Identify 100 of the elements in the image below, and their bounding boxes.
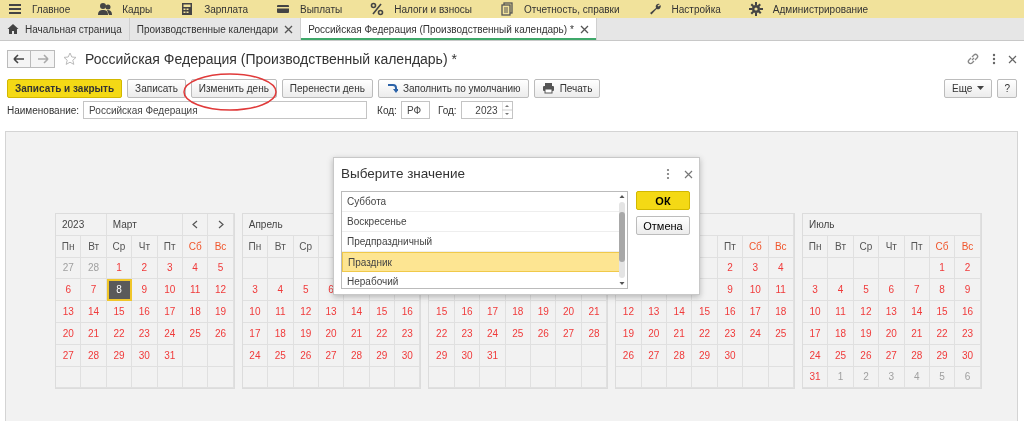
calendar-day[interactable]: 22 (929, 323, 956, 345)
calendar-day[interactable]: 5 (929, 366, 956, 389)
calendar-day[interactable]: 26 (853, 344, 880, 367)
calendar-day[interactable]: 25 (182, 323, 209, 345)
calendar-day[interactable]: 27 (56, 257, 82, 280)
calendar-day[interactable]: 4 (182, 257, 209, 280)
calendar-day[interactable]: 23 (717, 323, 744, 345)
calendar-day[interactable]: 30 (132, 344, 158, 367)
calendar-day[interactable]: 13 (641, 301, 667, 323)
calendar-day[interactable]: 27 (318, 344, 345, 367)
list-item[interactable]: Суббота (342, 192, 620, 212)
calendar-day[interactable]: 27 (879, 344, 905, 367)
calendar-day[interactable]: 28 (81, 257, 107, 280)
calendar-day[interactable]: 22 (429, 323, 455, 345)
calendar-day[interactable]: 25 (828, 344, 854, 367)
calendar-day[interactable]: 14 (904, 301, 930, 323)
calendar-day[interactable]: 28 (667, 344, 693, 367)
calendar-day[interactable]: 29 (929, 344, 956, 367)
calendar-day[interactable]: 7 (904, 279, 930, 302)
calendar-day[interactable]: 30 (454, 344, 481, 367)
calendar-day[interactable]: 10 (242, 301, 269, 323)
calendar-day[interactable]: 13 (318, 301, 345, 323)
calendar-day[interactable]: 19 (531, 301, 557, 323)
list-item[interactable]: Праздник (342, 252, 620, 272)
calendar-day[interactable]: 17 (480, 301, 506, 323)
toolbar-button[interactable]: Записать (127, 78, 186, 98)
calendar-day[interactable]: 3 (743, 257, 769, 280)
calendar-day[interactable]: 11 (768, 279, 794, 302)
calendar-day[interactable]: 11 (182, 279, 209, 302)
calendar-day[interactable]: 24 (802, 344, 829, 367)
calendar-day[interactable]: 1 (929, 257, 956, 280)
calendar-day[interactable]: 8 (106, 279, 133, 302)
calendar-day[interactable]: 3 (879, 366, 905, 389)
calendar-day[interactable]: 17 (157, 301, 183, 323)
calendar-day[interactable]: 10 (802, 301, 829, 323)
calendar-day[interactable]: 14 (667, 301, 693, 323)
year-selector[interactable]: 2023 (56, 214, 107, 236)
menu-item[interactable]: Зарплата (204, 1, 248, 17)
calendar-day[interactable]: 21 (81, 323, 107, 345)
calendar-day[interactable]: 12 (293, 301, 319, 323)
calendar-day[interactable]: 15 (929, 301, 956, 323)
calendar-day[interactable]: 18 (182, 301, 209, 323)
calendar-day[interactable]: 31 (802, 366, 829, 389)
calendar-day[interactable]: 16 (395, 301, 421, 323)
close-icon[interactable] (579, 24, 589, 34)
calendar-day[interactable]: 23 (454, 323, 481, 345)
menu-item[interactable]: Кадры (122, 1, 153, 17)
calendar-day[interactable]: 6 (879, 279, 905, 302)
calendar-day[interactable]: 25 (505, 323, 532, 345)
previous-button[interactable] (182, 214, 209, 236)
calendar-day[interactable]: 21 (581, 301, 608, 323)
calendar-day[interactable]: 9 (955, 279, 981, 302)
calendar-day[interactable]: 26 (208, 323, 234, 345)
toolbar-button[interactable]: Записать и закрыть (7, 78, 123, 98)
calendar-day[interactable]: 27 (641, 344, 667, 367)
close-icon[interactable] (284, 24, 294, 34)
calendar-day[interactable]: 28 (81, 344, 107, 367)
calendar-day[interactable]: 22 (369, 323, 396, 345)
code-field[interactable]: РФ (400, 101, 430, 119)
toolbar-button[interactable]: Перенести день (281, 78, 373, 98)
calendar-day[interactable]: 20 (641, 323, 667, 345)
more-button[interactable]: Еще (944, 78, 993, 98)
calendar-day[interactable]: 18 (268, 323, 294, 345)
calendar-day[interactable]: 16 (955, 301, 981, 323)
calendar-day[interactable]: 5 (293, 279, 319, 302)
calendar-day[interactable]: 30 (717, 344, 744, 367)
menu-item[interactable]: Отчетность, справки (523, 1, 620, 17)
year-field[interactable]: 2023 (460, 101, 513, 119)
calendar-day[interactable]: 22 (106, 323, 133, 345)
calendar-day[interactable]: 15 (369, 301, 396, 323)
calendar-day[interactable]: 16 (717, 301, 744, 323)
calendar-day[interactable]: 3 (242, 279, 269, 302)
calendar-day[interactable]: 24 (242, 344, 269, 367)
calendar-day[interactable]: 14 (81, 301, 107, 323)
calendar-day[interactable]: 24 (743, 323, 769, 345)
calendar-day[interactable]: 21 (667, 323, 693, 345)
calendar-day[interactable]: 6 (955, 366, 981, 389)
calendar-day[interactable]: 2 (717, 257, 744, 280)
calendar-day[interactable]: 31 (480, 344, 506, 367)
calendar-day[interactable]: 30 (395, 344, 421, 367)
calendar-day[interactable]: 12 (208, 279, 234, 302)
calendar-day[interactable]: 13 (56, 301, 82, 323)
calendar-day[interactable]: 29 (429, 344, 455, 367)
calendar-day[interactable]: 17 (802, 323, 829, 345)
calendar-day[interactable]: 17 (743, 301, 769, 323)
calendar-day[interactable]: 15 (429, 301, 455, 323)
calendar-day[interactable]: 20 (56, 323, 82, 345)
calendar-day[interactable]: 29 (369, 344, 396, 367)
toolbar-button[interactable]: Заполнить по умолчанию (377, 78, 529, 98)
calendar-day[interactable]: 22 (692, 323, 718, 345)
star-icon[interactable] (63, 52, 77, 66)
calendar-day[interactable]: 5 (853, 279, 880, 302)
calendar-day[interactable]: 4 (268, 279, 294, 302)
calendar-day[interactable]: 29 (106, 344, 133, 367)
calendar-day[interactable]: 16 (132, 301, 158, 323)
calendar-day[interactable]: 29 (692, 344, 718, 367)
calendar-day[interactable]: 9 (132, 279, 158, 302)
back-button[interactable] (7, 50, 31, 68)
calendar-day[interactable]: 15 (692, 301, 718, 323)
calendar-day[interactable]: 3 (157, 257, 183, 280)
